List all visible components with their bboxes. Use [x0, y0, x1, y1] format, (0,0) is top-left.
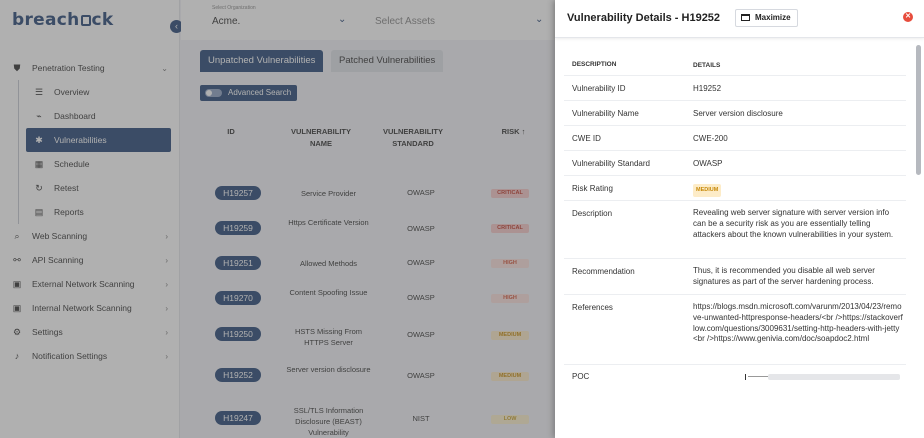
detail-key: Vulnerability ID — [572, 84, 626, 93]
details-table: DESCRIPTION DETAILS Vulnerability ID H19… — [564, 54, 906, 380]
detail-key: Vulnerability Standard — [572, 159, 650, 168]
detail-value: Revealing web server signature with serv… — [693, 208, 894, 239]
detail-key: References — [572, 303, 613, 312]
detail-row: Vulnerability ID H19252 — [564, 76, 906, 101]
col-details: DETAILS — [693, 62, 721, 69]
detail-value: Server version disclosure — [693, 109, 783, 118]
detail-key: Recommendation — [572, 267, 635, 276]
details-header-row: DESCRIPTION DETAILS — [564, 54, 906, 76]
poc-preview — [745, 374, 746, 380]
drawer-header: Vulnerability Details - H19252 Maximize … — [555, 0, 924, 38]
detail-row: Description Revealing web server signatu… — [564, 201, 906, 259]
detail-value[interactable]: https://blogs.msdn.microsoft.com/varunm/… — [693, 302, 903, 345]
risk-badge: MEDIUM — [693, 184, 722, 197]
detail-row: References https://blogs.msdn.microsoft.… — [564, 295, 906, 365]
detail-value: OWASP — [693, 159, 723, 168]
maximize-label: Maximize — [755, 13, 791, 22]
detail-key: Description — [572, 209, 613, 218]
detail-row: Vulnerability Name Server version disclo… — [564, 101, 906, 126]
poc-preview-bar — [768, 374, 900, 380]
close-icon[interactable]: ✕ — [903, 12, 913, 22]
detail-row: Risk Rating MEDIUM — [564, 176, 906, 201]
detail-value: CWE-200 — [693, 134, 728, 143]
detail-key: Vulnerability Name — [572, 109, 639, 118]
detail-row: Vulnerability Standard OWASP — [564, 151, 906, 176]
detail-key: POC — [572, 372, 590, 380]
detail-value: H19252 — [693, 84, 722, 93]
maximize-icon — [741, 14, 750, 21]
scrollbar-thumb[interactable] — [916, 45, 921, 175]
drawer-title: Vulnerability Details - H19252 — [567, 12, 721, 24]
detail-value: MEDIUM — [693, 184, 903, 197]
col-description: DESCRIPTION — [572, 61, 617, 68]
maximize-button[interactable]: Maximize — [735, 9, 798, 27]
detail-row: Recommendation Thus, it is recommended y… — [564, 259, 906, 295]
vulnerability-details-drawer: Vulnerability Details - H19252 Maximize … — [555, 0, 924, 438]
modal-backdrop[interactable] — [0, 0, 555, 438]
detail-value: Thus, it is recommended you disable all … — [693, 266, 875, 286]
detail-row: CWE ID CWE-200 — [564, 126, 906, 151]
detail-key: Risk Rating — [572, 184, 613, 193]
detail-key: CWE ID — [572, 134, 601, 143]
drawer-body: DESCRIPTION DETAILS Vulnerability ID H19… — [561, 48, 906, 380]
